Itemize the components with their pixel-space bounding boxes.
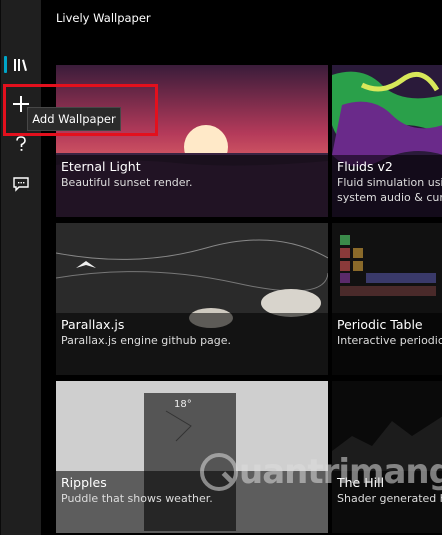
wallpaper-tile-fluids[interactable]: Fluids v2 Fluid simulation usi system au… [332, 65, 442, 217]
wallpaper-description: Interactive periodic [337, 334, 442, 347]
feedback-button[interactable] [1, 166, 41, 202]
tile-caption: Fluids v2 Fluid simulation usi system au… [332, 155, 442, 217]
weather-card-temp: 18° [174, 399, 192, 410]
wallpaper-description: Shader generated hi [337, 492, 442, 505]
wallpaper-description: Beautiful sunset render. [61, 176, 193, 189]
title-bar: Lively Wallpaper [41, 0, 442, 36]
watermark-logo-icon [200, 453, 238, 491]
app-window: Lively Wallpaper Eternal Light Beautiful… [0, 0, 442, 535]
wallpaper-title: Fluids v2 [337, 159, 393, 174]
wallpaper-description: Puddle that shows weather. [61, 492, 213, 505]
wallpaper-description: Fluid simulation usi [337, 176, 442, 189]
tile-caption: Periodic Table Interactive periodic [332, 313, 442, 375]
tile-caption: Parallax.js Parallax.js engine github pa… [56, 313, 328, 375]
wallpaper-title: Parallax.js [61, 317, 125, 332]
library-button[interactable] [1, 47, 41, 83]
app-title: Lively Wallpaper [56, 11, 151, 25]
sidebar [1, 0, 41, 535]
watermark-text: uantrimang [239, 452, 442, 492]
wallpaper-title: Eternal Light [61, 159, 141, 174]
wallpaper-tile-periodic-table[interactable]: Periodic Table Interactive periodic [332, 223, 442, 375]
annotation-highlight-box [3, 84, 158, 136]
wallpaper-tile-parallax[interactable]: Parallax.js Parallax.js engine github pa… [56, 223, 328, 375]
wallpaper-description-line2: system audio & cur [337, 191, 442, 204]
wallpaper-title: Periodic Table [337, 317, 423, 332]
tile-caption: Eternal Light Beautiful sunset render. [56, 155, 328, 217]
help-icon [16, 136, 26, 151]
feedback-icon [13, 176, 29, 192]
library-icon [14, 59, 27, 71]
wallpaper-description: Parallax.js engine github page. [61, 334, 232, 347]
watermark: uantrimang [199, 452, 442, 492]
